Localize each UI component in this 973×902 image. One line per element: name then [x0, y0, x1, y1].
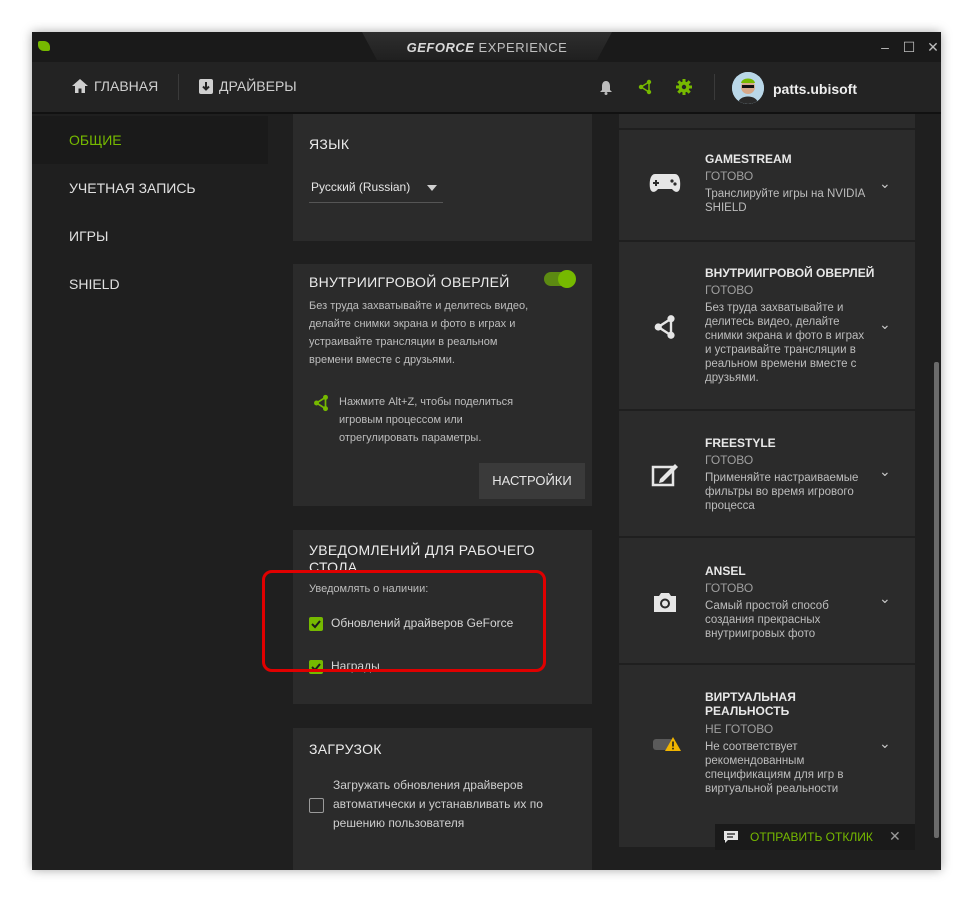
feature-status: ГОТОВО	[705, 283, 754, 297]
chevron-down-icon[interactable]: ⌄	[879, 463, 891, 480]
sidebar-item-shield[interactable]: SHIELD	[32, 260, 268, 308]
drivers-icon	[199, 78, 213, 94]
language-select[interactable]: Русский (Russian)	[309, 180, 443, 203]
overlay-toggle[interactable]	[544, 270, 576, 288]
chevron-down-icon[interactable]: ⌄	[879, 735, 891, 752]
feedback-bar[interactable]: ОТПРАВИТЬ ОТКЛИК ✕	[715, 824, 915, 850]
feature-description: Применяйте настраиваемые фильтры во врем…	[705, 472, 859, 512]
toggle-knob	[558, 270, 576, 288]
notifications-bell-icon[interactable]	[599, 80, 613, 95]
feature-title: ANSEL	[705, 564, 746, 578]
overlay-title: ВНУТРИИГРОВОЙ ОВЕРЛЕЙ	[309, 274, 510, 290]
overlay-description: Без труда захватывайте и делитесь видео,…	[309, 300, 529, 366]
auto-download-checkbox[interactable]	[309, 798, 324, 813]
feedback-close-button[interactable]: ✕	[889, 828, 901, 845]
home-icon	[72, 79, 88, 93]
sidebar-item-label: ИГРЫ	[69, 228, 109, 244]
nav-divider	[178, 74, 179, 100]
language-selected-value: Русский (Russian)	[311, 180, 411, 194]
sidebar-item-label: SHIELD	[69, 276, 120, 292]
chevron-down-icon[interactable]: ⌄	[879, 175, 891, 192]
share-icon	[314, 394, 328, 412]
freestyle-icon	[651, 464, 678, 487]
feature-vr[interactable]: ВИРТУАЛЬНАЯ РЕАЛЬНОСТЬ НЕ ГОТОВО Не соот…	[619, 665, 915, 847]
downloads-card: ЗАГРУЗОК Загружать обновления драйверов …	[293, 728, 592, 870]
scrollbar[interactable]	[934, 362, 939, 838]
feature-title: ВИРТУАЛЬНАЯ РЕАЛЬНОСТЬ	[705, 690, 796, 718]
language-title: ЯЗЫК	[309, 136, 350, 152]
features-column: GAMESTREAM ГОТОВО Транслируйте игры на N…	[619, 114, 941, 870]
sidebar-item-label: УЧЕТНАЯ ЗАПИСЬ	[69, 180, 196, 196]
nav-drivers-label: ДРАЙВЕРЫ	[219, 78, 297, 94]
chat-icon	[724, 831, 738, 843]
feature-status: ГОТОВО	[705, 169, 754, 183]
feature-list-top	[619, 114, 915, 130]
chevron-down-icon[interactable]: ⌄	[879, 590, 891, 607]
feature-status: ГОТОВО	[705, 581, 754, 595]
minimize-button[interactable]: –	[876, 38, 894, 56]
nav-drivers[interactable]: ДРАЙВЕРЫ	[199, 78, 297, 94]
feature-status: НЕ ГОТОВО	[705, 722, 774, 736]
maximize-button[interactable]: ☐	[900, 38, 918, 56]
app-window: GEFORCE EXPERIENCE – ☐ ✕ ГЛАВНАЯ ДРАЙВЕР…	[32, 32, 941, 870]
highlight-box	[262, 570, 546, 672]
feature-overlay[interactable]: ВНУТРИИГРОВОЙ ОВЕРЛЕЙ ГОТОВО Без труда з…	[619, 242, 915, 411]
chevron-down-icon	[427, 185, 437, 191]
title-bar: GEFORCE EXPERIENCE – ☐ ✕	[32, 32, 941, 62]
gear-icon[interactable]	[676, 79, 692, 95]
close-button[interactable]: ✕	[924, 38, 941, 56]
feature-title: FREESTYLE	[705, 436, 776, 450]
share-icon[interactable]	[637, 79, 653, 95]
username[interactable]: patts.ubisoft	[773, 81, 857, 97]
feature-freestyle[interactable]: FREESTYLE ГОТОВО Применяйте настраиваемы…	[619, 411, 915, 538]
language-card: ЯЗЫК Русский (Russian)	[293, 114, 592, 241]
feedback-label: ОТПРАВИТЬ ОТКЛИК	[750, 830, 873, 844]
feature-description: Без труда захватывайте и делитесь видео,…	[705, 302, 865, 384]
feature-gamestream[interactable]: GAMESTREAM ГОТОВО Транслируйте игры на N…	[619, 130, 915, 242]
sidebar-item-account[interactable]: УЧЕТНАЯ ЗАПИСЬ	[32, 164, 268, 212]
sidebar: ОБЩИЕ УЧЕТНАЯ ЗАПИСЬ ИГРЫ SHIELD	[32, 114, 268, 870]
auto-download-label[interactable]: Загружать обновления драйверов автоматич…	[333, 776, 583, 833]
feature-title: GAMESTREAM	[705, 152, 792, 166]
feature-description: Транслируйте игры на NVIDIA SHIELD	[705, 188, 866, 214]
feature-status: ГОТОВО	[705, 453, 754, 467]
app-brand: GEFORCE EXPERIENCE	[406, 40, 568, 55]
downloads-title: ЗАГРУЗОК	[309, 741, 382, 757]
nav-home-label: ГЛАВНАЯ	[94, 78, 159, 94]
vr-warning-icon	[653, 737, 681, 751]
feature-title: ВНУТРИИГРОВОЙ ОВЕРЛЕЙ	[705, 266, 875, 280]
chevron-down-icon[interactable]: ⌄	[879, 316, 891, 333]
sidebar-item-label: ОБЩИЕ	[69, 132, 122, 148]
overlay-hint: Нажмите Alt+Z, чтобы поделиться игровым …	[339, 396, 514, 444]
avatar[interactable]	[732, 72, 764, 104]
share-icon	[654, 315, 675, 339]
feature-ansel[interactable]: ANSEL ГОТОВО Самый простой способ создан…	[619, 538, 915, 665]
overlay-settings-button[interactable]: НАСТРОЙКИ	[479, 463, 585, 499]
nav-divider	[714, 74, 715, 100]
sidebar-item-general[interactable]: ОБЩИЕ	[32, 116, 268, 164]
overlay-card: ВНУТРИИГРОВОЙ ОВЕРЛЕЙ Без труда захватыв…	[293, 264, 592, 506]
avatar-image	[732, 72, 764, 104]
nvidia-logo-icon	[38, 41, 50, 51]
settings-column: ЯЗЫК Русский (Russian) ВНУТРИИГРОВОЙ ОВЕ…	[268, 114, 619, 870]
camera-icon	[654, 593, 676, 612]
gamepad-icon	[649, 174, 681, 192]
nav-home[interactable]: ГЛАВНАЯ	[72, 78, 158, 94]
sidebar-item-games[interactable]: ИГРЫ	[32, 212, 268, 260]
feature-description: Не соответствует рекомендованным специфи…	[705, 741, 844, 795]
feature-description: Самый простой способ создания прекрасных…	[705, 600, 829, 640]
